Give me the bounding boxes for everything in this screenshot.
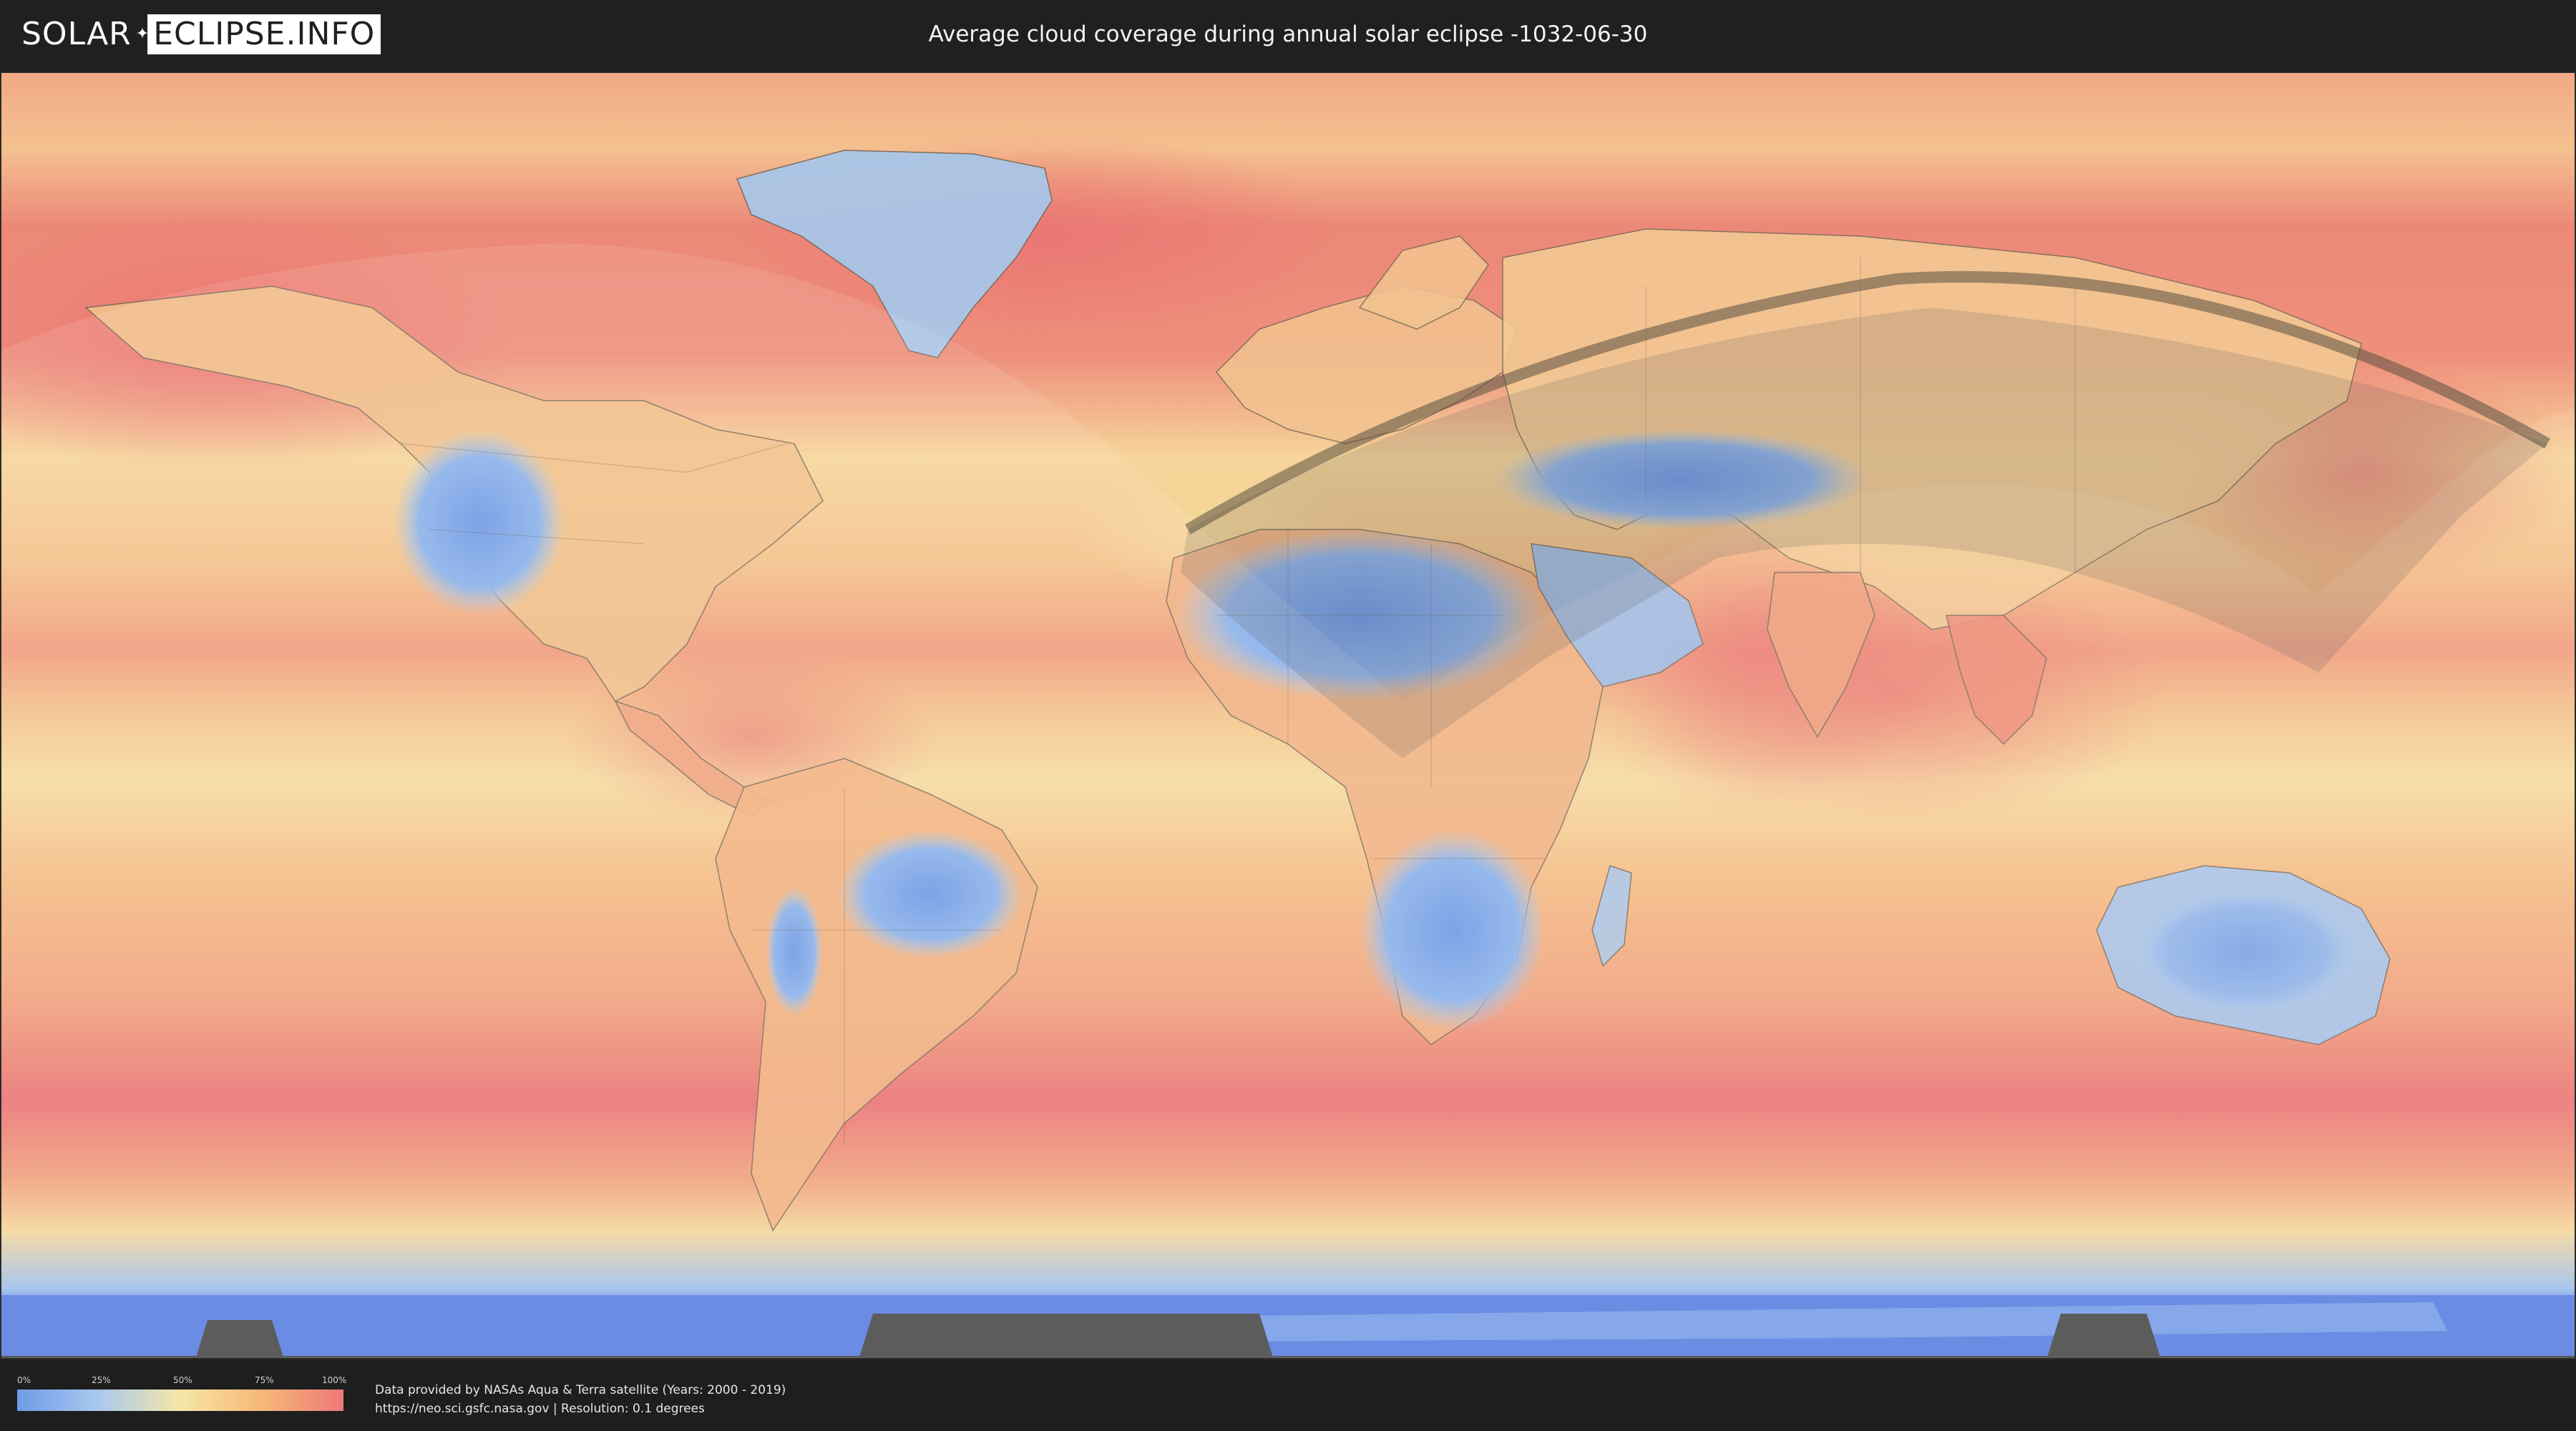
cloud-legend: 0% 25% 50% 75% 100% (17, 1375, 347, 1418)
data-credits: Data provided by NASAs Aqua & Terra sate… (375, 1381, 786, 1418)
map-svg (0, 72, 2576, 1359)
cloud-coverage-map[interactable] (0, 72, 2576, 1359)
legend-tick-100: 100% (322, 1375, 347, 1385)
legend-tick-0: 0% (17, 1375, 31, 1385)
legend-tick-75: 75% (255, 1375, 274, 1385)
legend-gradient-bar (17, 1390, 343, 1411)
page-title: Average cloud coverage during annual sol… (928, 21, 1648, 47)
credit-line-url[interactable]: https://neo.sci.gsfc.nasa.gov | Resoluti… (375, 1400, 786, 1418)
header-bar: SOLAR ✦ ECLIPSE.INFO Average cloud cover… (0, 0, 2576, 72)
footer-bar: 0% 25% 50% 75% 100% Data provided by NAS… (0, 1359, 2576, 1431)
legend-tick-25: 25% (92, 1375, 111, 1385)
credit-line-source: Data provided by NASAs Aqua & Terra sate… (375, 1383, 786, 1397)
legend-tick-50: 50% (173, 1375, 192, 1385)
